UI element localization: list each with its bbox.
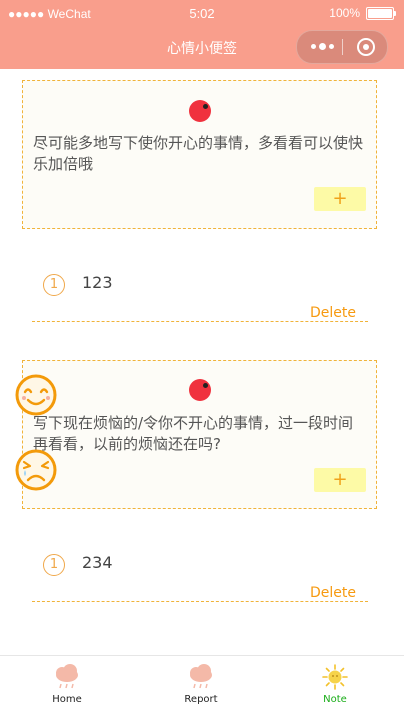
tab-label: Home — [52, 694, 82, 705]
add-happy-button[interactable]: + — [314, 187, 366, 211]
item-index-badge: 1 — [43, 554, 65, 576]
list-item: 1 234 Delete — [32, 542, 368, 602]
top-bar: ●●●●● WeChat 5:02 100% 心情小便签 — [0, 0, 404, 69]
battery-icon — [366, 6, 396, 20]
tab-home[interactable]: Home — [0, 656, 134, 710]
rain-cloud-icon — [56, 664, 78, 689]
rain-cloud-icon — [190, 664, 212, 689]
item-text: 123 — [82, 273, 113, 292]
close-miniprogram-icon[interactable] — [357, 38, 375, 56]
red-dot-icon — [189, 379, 211, 401]
red-dot-icon — [189, 100, 211, 122]
capsule-divider — [342, 39, 343, 55]
battery-status: 100% — [329, 6, 396, 20]
item-divider — [32, 321, 368, 322]
happy-prompt: 尽可能多地写下使你开心的事情，多看看可以使快乐加倍哦 — [33, 134, 364, 173]
status-bar: ●●●●● WeChat 5:02 100% — [0, 0, 404, 28]
happy-note-card: 尽可能多地写下使你开心的事情，多看看可以使快乐加倍哦 + — [22, 80, 377, 229]
add-unhappy-button[interactable]: + — [314, 468, 366, 492]
delete-button[interactable]: Delete — [310, 585, 356, 601]
more-icon[interactable] — [311, 43, 334, 50]
delete-button[interactable]: Delete — [310, 305, 356, 321]
smile-face-icon[interactable] — [14, 373, 58, 417]
item-text: 234 — [82, 553, 113, 572]
battery-percent: 100% — [329, 6, 360, 20]
unhappy-prompt: 写下现在烦恼的/令你不开心的事情，过一段时间再看看，以前的烦恼还在吗? — [33, 414, 354, 453]
sun-icon — [322, 664, 348, 690]
item-divider — [32, 601, 368, 602]
sad-face-icon[interactable] — [14, 448, 58, 492]
tab-note[interactable]: Note — [268, 656, 402, 710]
list-item: 1 123 Delete — [32, 262, 368, 322]
unhappy-note-card: 写下现在烦恼的/令你不开心的事情，过一段时间再看看，以前的烦恼还在吗? + — [22, 360, 377, 509]
item-index-badge: 1 — [43, 274, 65, 296]
tab-bar: Home Report Note — [0, 655, 404, 710]
miniprogram-capsule — [296, 30, 388, 64]
tab-label: Report — [184, 694, 218, 705]
tab-report[interactable]: Report — [134, 656, 268, 710]
tab-label: Note — [323, 694, 347, 705]
